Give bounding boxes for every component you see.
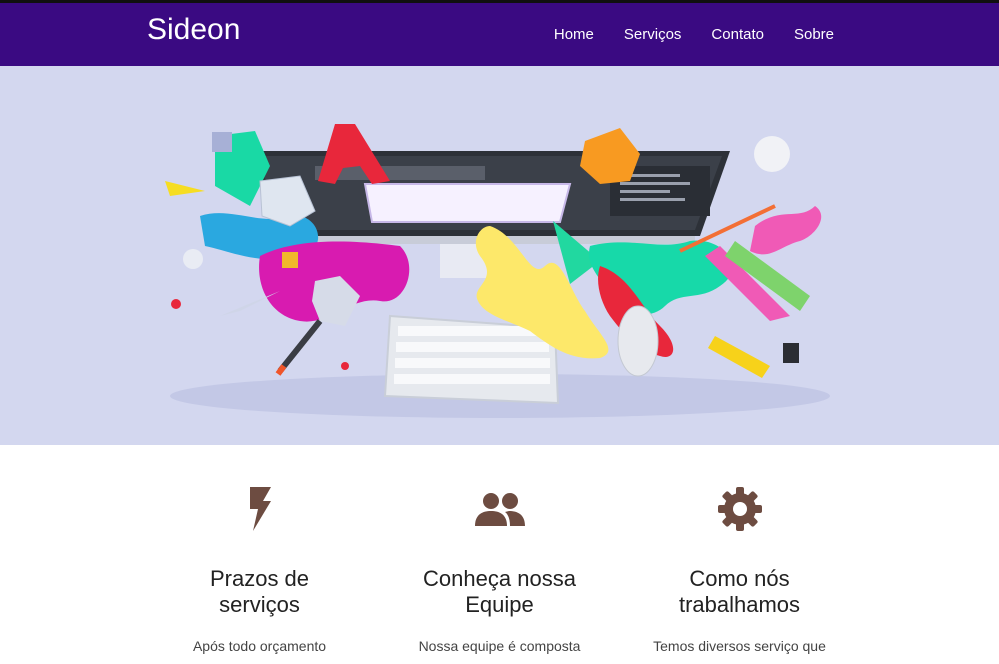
- nav-contato[interactable]: Contato: [711, 26, 764, 43]
- workspace-illustration: [165, 124, 830, 418]
- group-icon: [380, 485, 620, 533]
- feature-title: Prazos de serviços: [140, 566, 380, 618]
- feature-title-line1: Conheça nossa: [423, 566, 576, 591]
- nav-servicos[interactable]: Serviços: [624, 26, 682, 43]
- flash-icon: [140, 485, 380, 533]
- navbar: Sideon Home Serviços Contato Sobre: [0, 3, 999, 66]
- hero-banner: [0, 66, 999, 445]
- feature-title: Conheça nossa Equipe: [380, 566, 620, 618]
- feature-title-line2: Equipe: [465, 592, 534, 617]
- feature-text: Temos diversos serviço que: [653, 638, 826, 654]
- feature-title-line1: Prazos de: [209, 566, 310, 591]
- feature-title-line2: trabalhamos: [678, 592, 801, 617]
- feature-title-line2: serviços: [219, 592, 300, 617]
- nav-menu: Home Serviços Contato Sobre: [524, 3, 834, 66]
- feature-text: Nossa equipe é composta: [418, 638, 581, 654]
- nav-sobre[interactable]: Sobre: [794, 26, 834, 43]
- gear-icon: [620, 485, 860, 533]
- feature-equipe: Conheça nossa Equipe Nossa equipe é comp…: [380, 485, 620, 656]
- feature-title-line1: Como nós: [689, 566, 790, 591]
- features-section: Prazos de serviços Após todo orçamento C…: [0, 445, 999, 656]
- feature-prazos: Prazos de serviços Após todo orçamento: [140, 485, 380, 656]
- nav-home[interactable]: Home: [554, 26, 594, 43]
- brand-logo[interactable]: Sideon: [147, 13, 240, 47]
- feature-text: Após todo orçamento: [192, 638, 327, 654]
- feature-title: Como nós trabalhamos: [620, 566, 860, 618]
- feature-trabalhamos: Como nós trabalhamos Temos diversos serv…: [620, 485, 860, 656]
